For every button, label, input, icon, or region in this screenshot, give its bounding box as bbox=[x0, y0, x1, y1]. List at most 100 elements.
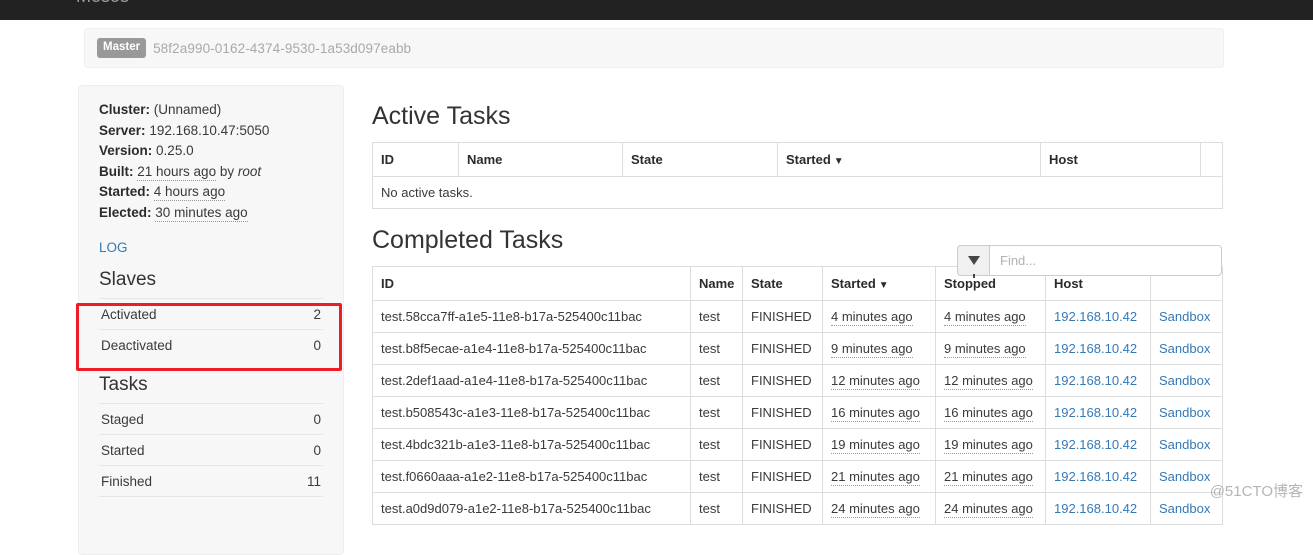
tasks-value-finished: 11 bbox=[307, 474, 321, 489]
cell-stopped[interactable]: 24 minutes ago bbox=[936, 493, 1046, 525]
sandbox-link[interactable]: Sandbox bbox=[1159, 373, 1210, 388]
active-col-started-label: Started bbox=[786, 152, 831, 167]
tasks-value-staged: 0 bbox=[313, 412, 321, 427]
active-tasks-title: Active Tasks bbox=[372, 101, 1222, 131]
cell-host: 192.168.10.42 bbox=[1046, 301, 1151, 333]
cell-stopped-text: 9 minutes ago bbox=[944, 341, 1026, 358]
completed-col-started-label: Started bbox=[831, 276, 876, 291]
cell-state: FINISHED bbox=[743, 429, 823, 461]
cell-started[interactable]: 9 minutes ago bbox=[823, 333, 936, 365]
meta-value-elected[interactable]: 30 minutes ago bbox=[155, 205, 247, 222]
cell-host: 192.168.10.42 bbox=[1046, 493, 1151, 525]
cell-stopped[interactable]: 12 minutes ago bbox=[936, 365, 1046, 397]
meta-value-version: 0.25.0 bbox=[156, 143, 194, 158]
active-col-id[interactable]: ID bbox=[373, 143, 459, 177]
cell-stopped[interactable]: 19 minutes ago bbox=[936, 429, 1046, 461]
cell-started[interactable]: 19 minutes ago bbox=[823, 429, 936, 461]
cell-stopped[interactable]: 4 minutes ago bbox=[936, 301, 1046, 333]
sandbox-link[interactable]: Sandbox bbox=[1159, 501, 1210, 516]
active-tasks-empty-message: No active tasks. bbox=[373, 177, 1223, 209]
cell-started-text: 24 minutes ago bbox=[831, 501, 920, 518]
cell-started[interactable]: 16 minutes ago bbox=[823, 397, 936, 429]
sandbox-link[interactable]: Sandbox bbox=[1159, 341, 1210, 356]
cell-sandbox: Sandbox bbox=[1151, 461, 1223, 493]
completed-col-id[interactable]: ID bbox=[373, 267, 691, 301]
meta-built-by-word: by bbox=[220, 164, 234, 179]
meta-label-cluster: Cluster: bbox=[99, 102, 150, 117]
cell-started-text: 16 minutes ago bbox=[831, 405, 920, 422]
watermark: @51CTO博客 bbox=[1210, 480, 1303, 501]
active-col-state[interactable]: State bbox=[623, 143, 778, 177]
sandbox-link[interactable]: Sandbox bbox=[1159, 437, 1210, 452]
completed-col-started[interactable]: Started▼ bbox=[823, 267, 936, 301]
tasks-row-finished: Finished 11 bbox=[99, 465, 323, 496]
meta-value-cluster: (Unnamed) bbox=[154, 102, 222, 117]
cell-stopped-text: 24 minutes ago bbox=[944, 501, 1033, 518]
host-link[interactable]: 192.168.10.42 bbox=[1054, 405, 1137, 420]
meta-value-built-time[interactable]: 21 hours ago bbox=[137, 164, 216, 181]
completed-col-state[interactable]: State bbox=[743, 267, 823, 301]
meta-label-built: Built: bbox=[99, 164, 134, 179]
cell-host: 192.168.10.42 bbox=[1046, 429, 1151, 461]
sandbox-link[interactable]: Sandbox bbox=[1159, 469, 1210, 484]
navbar-brand[interactable]: Mesos bbox=[76, 0, 129, 6]
cell-started[interactable]: 21 minutes ago bbox=[823, 461, 936, 493]
slaves-heading: Slaves bbox=[99, 268, 323, 292]
meta-row-version: Version: 0.25.0 bbox=[99, 141, 323, 162]
cell-started-text: 19 minutes ago bbox=[831, 437, 920, 454]
cell-stopped-text: 12 minutes ago bbox=[944, 373, 1033, 390]
tasks-row-staged: Staged 0 bbox=[99, 403, 323, 434]
completed-tasks-find-group bbox=[957, 245, 1222, 276]
slaves-row-activated: Activated 2 bbox=[99, 298, 323, 329]
cell-stopped[interactable]: 21 minutes ago bbox=[936, 461, 1046, 493]
cell-state: FINISHED bbox=[743, 301, 823, 333]
cell-name: test bbox=[691, 365, 743, 397]
meta-row-cluster: Cluster: (Unnamed) bbox=[99, 100, 323, 121]
meta-row-started: Started: 4 hours ago bbox=[99, 182, 323, 203]
cell-name: test bbox=[691, 461, 743, 493]
cell-id: test.2def1aad-a1e4-11e8-b17a-525400c11ba… bbox=[373, 365, 691, 397]
log-link[interactable]: LOG bbox=[99, 240, 323, 255]
table-row: test.a0d9d079-a1e2-11e8-b17a-525400c11ba… bbox=[373, 493, 1223, 525]
master-id-bar: Master 58f2a990-0162-4374-9530-1a53d097e… bbox=[84, 28, 1224, 68]
funnel-icon bbox=[968, 256, 980, 265]
filter-button[interactable] bbox=[957, 245, 989, 276]
active-col-name[interactable]: Name bbox=[459, 143, 623, 177]
cell-state: FINISHED bbox=[743, 493, 823, 525]
tasks-value-started: 0 bbox=[313, 443, 321, 458]
active-col-started[interactable]: Started▼ bbox=[778, 143, 1041, 177]
meta-label-started: Started: bbox=[99, 184, 150, 199]
completed-col-name[interactable]: Name bbox=[691, 267, 743, 301]
cell-started-text: 4 minutes ago bbox=[831, 309, 913, 326]
host-link[interactable]: 192.168.10.42 bbox=[1054, 341, 1137, 356]
cell-stopped[interactable]: 16 minutes ago bbox=[936, 397, 1046, 429]
meta-label-elected: Elected: bbox=[99, 205, 152, 220]
host-link[interactable]: 192.168.10.42 bbox=[1054, 469, 1137, 484]
tasks-label-finished: Finished bbox=[101, 474, 152, 489]
cell-started[interactable]: 4 minutes ago bbox=[823, 301, 936, 333]
active-col-host[interactable]: Host bbox=[1041, 143, 1201, 177]
slaves-stat-list: Activated 2 Deactivated 0 bbox=[99, 298, 323, 360]
cell-started[interactable]: 12 minutes ago bbox=[823, 365, 936, 397]
sandbox-link[interactable]: Sandbox bbox=[1159, 309, 1210, 324]
meta-value-started[interactable]: 4 hours ago bbox=[154, 184, 225, 201]
cell-name: test bbox=[691, 397, 743, 429]
tasks-row-started: Started 0 bbox=[99, 434, 323, 465]
host-link[interactable]: 192.168.10.42 bbox=[1054, 437, 1137, 452]
host-link[interactable]: 192.168.10.42 bbox=[1054, 309, 1137, 324]
cell-name: test bbox=[691, 333, 743, 365]
table-row: test.b8f5ecae-a1e4-11e8-b17a-525400c11ba… bbox=[373, 333, 1223, 365]
slaves-row-deactivated: Deactivated 0 bbox=[99, 329, 323, 360]
cell-sandbox: Sandbox bbox=[1151, 397, 1223, 429]
meta-label-version: Version: bbox=[99, 143, 152, 158]
cell-started[interactable]: 24 minutes ago bbox=[823, 493, 936, 525]
find-input[interactable] bbox=[989, 245, 1222, 276]
cell-id: test.4bdc321b-a1e3-11e8-b17a-525400c11ba… bbox=[373, 429, 691, 461]
cell-stopped[interactable]: 9 minutes ago bbox=[936, 333, 1046, 365]
cell-stopped-text: 16 minutes ago bbox=[944, 405, 1033, 422]
host-link[interactable]: 192.168.10.42 bbox=[1054, 373, 1137, 388]
sandbox-link[interactable]: Sandbox bbox=[1159, 405, 1210, 420]
active-tasks-header-row: ID Name State Started▼ Host bbox=[373, 143, 1223, 177]
table-row: test.58cca7ff-a1e5-11e8-b17a-525400c11ba… bbox=[373, 301, 1223, 333]
host-link[interactable]: 192.168.10.42 bbox=[1054, 501, 1137, 516]
